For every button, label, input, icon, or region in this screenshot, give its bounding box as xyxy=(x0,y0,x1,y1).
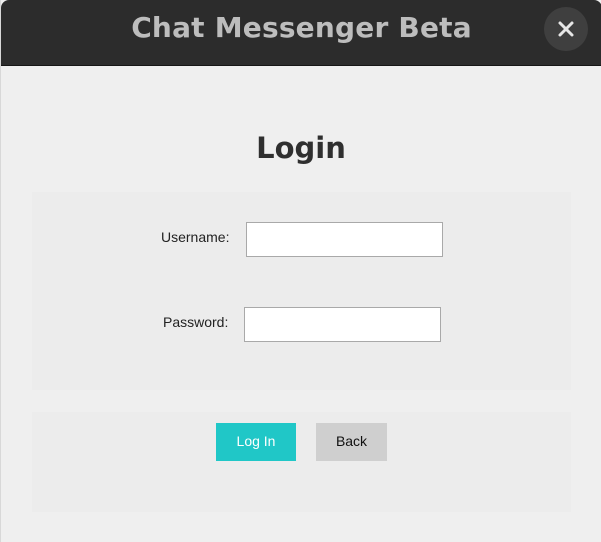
close-icon xyxy=(558,21,574,37)
title-bar[interactable]: Chat Messenger Beta xyxy=(1,0,601,66)
back-button[interactable]: Back xyxy=(316,423,387,461)
password-label: Password: xyxy=(163,314,229,330)
chat-messenger-window: Chat Messenger Beta Login Username: Pass… xyxy=(0,0,601,542)
password-input[interactable] xyxy=(244,307,441,342)
username-input[interactable] xyxy=(246,222,443,257)
username-label: Username: xyxy=(161,229,230,245)
login-heading: Login xyxy=(256,131,346,165)
login-button[interactable]: Log In xyxy=(216,423,296,461)
window-title: Chat Messenger Beta xyxy=(131,11,472,44)
buttons-panel xyxy=(32,412,571,512)
close-button[interactable] xyxy=(544,7,588,51)
